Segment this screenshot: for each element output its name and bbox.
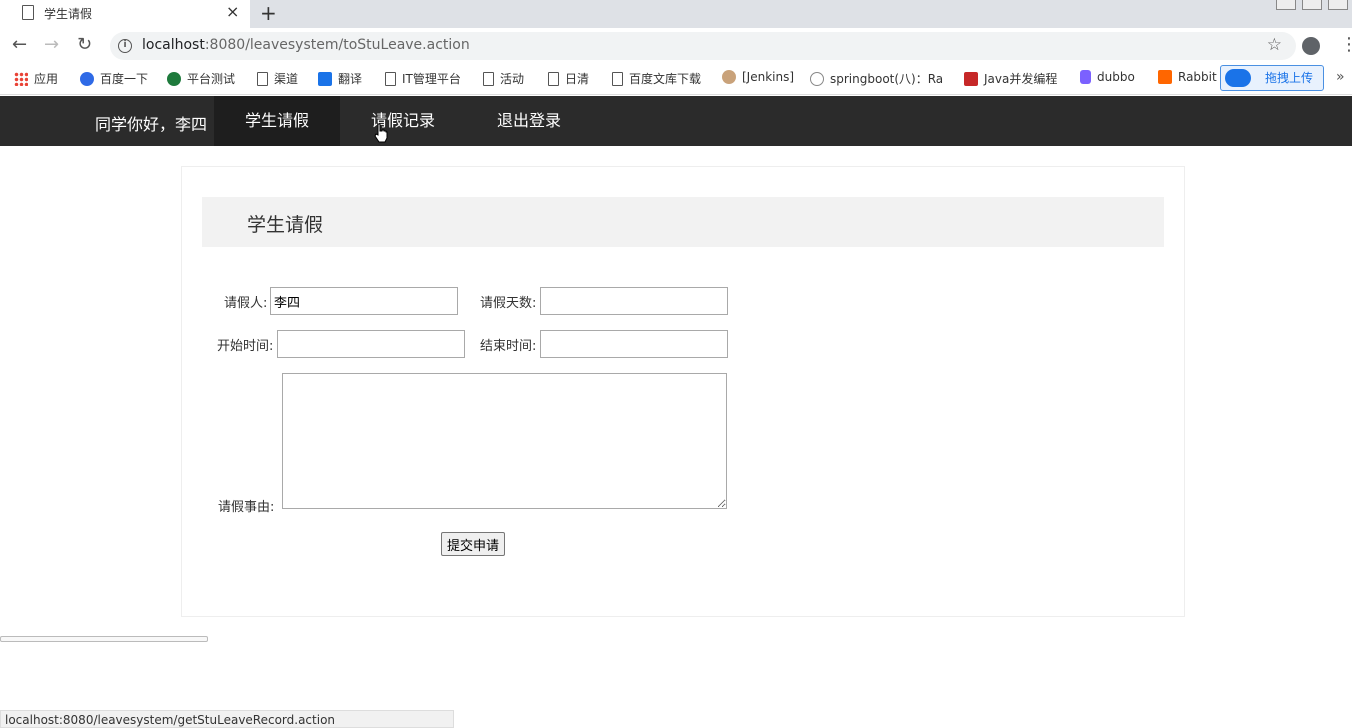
applicant-label: 请假人:: [224, 296, 268, 311]
end-time-label: 结束时间:: [480, 339, 537, 354]
reload-icon[interactable]: ↻: [77, 34, 92, 55]
page-icon: [612, 71, 623, 86]
spring-icon: [810, 71, 824, 86]
info-icon[interactable]: i: [118, 39, 132, 53]
minimize-icon[interactable]: [1276, 0, 1296, 10]
bookmark-item[interactable]: 翻译: [318, 70, 362, 87]
panel-header: 学生请假: [202, 197, 1164, 247]
nav-leave-records[interactable]: 请假记录: [340, 96, 466, 146]
bookmark-label: 日清: [565, 72, 590, 86]
user-greeting: 同学你好，李四: [95, 115, 208, 134]
hand-cursor-icon: [374, 123, 388, 143]
url-text[interactable]: localhost:8080/leavesystem/toStuLeave.ac…: [142, 37, 470, 53]
bookmark-label: 应用: [34, 72, 59, 86]
bookmark-label: 百度文库下载: [629, 72, 702, 86]
bookmark-label: 百度一下: [100, 72, 149, 86]
tab-title: 学生请假: [44, 7, 93, 21]
bookmark-item[interactable]: Java并发编程: [964, 70, 1057, 87]
bookmark-item[interactable]: Rabbit: [1158, 70, 1217, 84]
leave-days-input[interactable]: [540, 287, 728, 315]
rabbit-icon: [1158, 70, 1172, 84]
bookmark-label: dubbo: [1097, 70, 1135, 84]
bookmark-label: springboot(八)：Ra: [830, 72, 944, 86]
bookmark-label: 活动: [500, 72, 525, 86]
bookmark-item[interactable]: 应用: [14, 70, 58, 87]
status-bar: localhost:8080/leavesystem/getStuLeaveRe…: [0, 710, 454, 728]
end-time-input[interactable]: [540, 330, 728, 358]
bookmark-label: IT管理平台: [402, 72, 461, 86]
cloud-icon: [1225, 69, 1251, 87]
browser-tab[interactable]: 学生请假 ×: [0, 0, 250, 28]
browser-tabstrip: 学生请假 × +: [0, 0, 1352, 28]
bookmark-label: 翻译: [338, 72, 363, 86]
restore-icon[interactable]: [1302, 0, 1322, 10]
menu-icon[interactable]: ⋮: [1340, 34, 1352, 55]
address-bar[interactable]: i localhost:8080/leavesystem/toStuLeave.…: [110, 32, 1296, 60]
site-navbar: 同学你好，李四 学生请假 请假记录 退出登录: [0, 96, 1352, 146]
bookmark-item[interactable]: 平台测试: [167, 70, 235, 87]
new-tab-button[interactable]: +: [260, 1, 277, 25]
upload-button[interactable]: 拖拽上传: [1220, 65, 1324, 91]
profile-icon[interactable]: [1302, 37, 1320, 55]
bookmark-item[interactable]: 日清: [548, 70, 589, 87]
page-icon: [22, 5, 34, 20]
panel-title: 学生请假: [247, 214, 324, 236]
start-time-label: 开始时间:: [217, 339, 274, 354]
browser-toolbar: ← → ↻ i localhost:8080/leavesystem/toStu…: [0, 28, 1352, 64]
back-icon[interactable]: ←: [12, 34, 27, 55]
baidu-icon: [80, 71, 94, 86]
start-time-input[interactable]: [277, 330, 465, 358]
url-path: :8080/leavesystem/toStuLeave.action: [204, 37, 470, 53]
reason-textarea[interactable]: [282, 373, 727, 509]
bookmark-item[interactable]: dubbo: [1080, 70, 1135, 84]
bookmark-item[interactable]: 百度文库下载: [612, 70, 701, 87]
submit-button[interactable]: 提交申请: [441, 532, 505, 556]
window-controls: [1276, 0, 1348, 10]
jenkins-icon: [722, 70, 736, 84]
page-icon: [483, 71, 494, 86]
bookmark-item[interactable]: 渠道: [257, 70, 298, 87]
translate-icon: [318, 71, 332, 86]
bookmarks-bar: 应用 百度一下 平台测试 渠道 翻译 IT管理平台 活动 日清 百度文库下载 […: [0, 64, 1352, 95]
page-icon: [548, 71, 559, 86]
bookmark-item[interactable]: IT管理平台: [385, 70, 461, 87]
dubbo-icon: [1080, 70, 1091, 84]
forward-icon[interactable]: →: [44, 34, 59, 55]
bookmark-item[interactable]: 活动: [483, 70, 524, 87]
close-tab-icon[interactable]: ×: [226, 2, 239, 21]
horizontal-scrollbar[interactable]: [0, 636, 208, 642]
nav-logout[interactable]: 退出登录: [466, 96, 592, 146]
bookmark-label: [Jenkins]: [742, 70, 795, 84]
page-icon: [257, 71, 268, 86]
bookmark-label: Java并发编程: [984, 72, 1058, 86]
bookmark-label: 平台测试: [187, 72, 236, 86]
reason-label: 请假事由:: [218, 500, 275, 515]
leave-days-label: 请假天数:: [480, 296, 537, 311]
page-icon: [385, 71, 396, 86]
bookmark-star-icon[interactable]: ☆: [1267, 35, 1282, 55]
url-host: localhost: [142, 37, 205, 53]
apps-icon: [14, 71, 28, 86]
applicant-input[interactable]: [270, 287, 458, 315]
close-window-icon[interactable]: [1328, 0, 1348, 10]
platform-icon: [167, 71, 181, 86]
c-icon: [964, 71, 978, 86]
bookmark-item[interactable]: springboot(八)：Ra: [810, 70, 943, 87]
upload-label: 拖拽上传: [1265, 71, 1314, 85]
nav-student-leave[interactable]: 学生请假: [214, 96, 340, 146]
bookmark-item[interactable]: [Jenkins]: [722, 70, 794, 84]
bookmark-item[interactable]: 百度一下: [80, 70, 148, 87]
bookmarks-more-icon[interactable]: »: [1336, 69, 1345, 85]
bookmark-label: 渠道: [274, 72, 299, 86]
bookmark-label: Rabbit: [1178, 70, 1217, 84]
